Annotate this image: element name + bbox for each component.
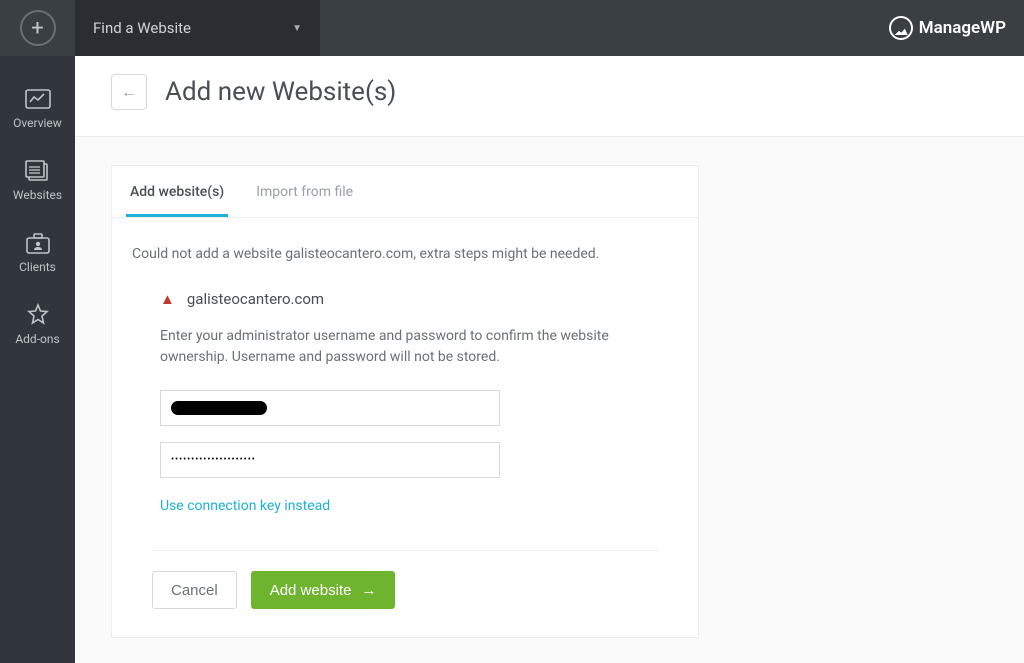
sidebar-item-addons[interactable]: Add-ons (0, 290, 75, 362)
find-website-label: Find a Website (93, 19, 191, 37)
submit-label: Add website (270, 582, 352, 599)
password-field[interactable] (160, 442, 500, 478)
sidebar-item-label: Overview (13, 116, 62, 130)
page-header: ← Add new Website(s) (75, 56, 1024, 137)
back-button[interactable]: ← (111, 74, 147, 110)
logo: ManageWP (889, 0, 1024, 56)
add-website-card: Add website(s) Import from file Could no… (111, 165, 699, 638)
error-message: Could not add a website galisteocantero.… (132, 246, 678, 262)
username-field[interactable] (160, 390, 500, 426)
add-button-container: + (0, 0, 75, 56)
topbar: + Find a Website ▼ ManageWP (0, 0, 1024, 56)
connection-key-link[interactable]: Use connection key instead (160, 498, 330, 514)
add-website-button[interactable]: Add website → (251, 571, 396, 609)
find-website-dropdown[interactable]: Find a Website ▼ (75, 0, 320, 56)
logo-text: ManageWP (919, 18, 1006, 38)
password-input[interactable] (171, 455, 489, 465)
overview-icon (25, 88, 51, 110)
redacted-username (171, 401, 267, 415)
page-title: Add new Website(s) (165, 77, 396, 107)
cancel-button[interactable]: Cancel (152, 571, 237, 609)
sidebar-item-label: Clients (19, 260, 56, 274)
add-button[interactable]: + (20, 10, 56, 46)
arrow-right-icon: → (361, 582, 376, 599)
warning-icon: ▲ (160, 290, 175, 308)
managewp-icon (889, 16, 913, 40)
content-area: Add website(s) Import from file Could no… (75, 137, 1024, 663)
sidebar-item-clients[interactable]: Clients (0, 218, 75, 290)
site-name: galisteocantero.com (187, 290, 324, 308)
main-content: ← Add new Website(s) Add website(s) Impo… (75, 56, 1024, 663)
instructions: Enter your administrator username and pa… (160, 326, 650, 368)
arrow-left-icon: ← (121, 82, 137, 102)
site-block: ▲ galisteocantero.com Enter your adminis… (132, 290, 678, 524)
sidebar-item-label: Add-ons (15, 332, 59, 346)
sidebar-item-websites[interactable]: Websites (0, 146, 75, 218)
tab-import-from-file[interactable]: Import from file (252, 166, 357, 217)
cancel-label: Cancel (171, 582, 218, 599)
plus-icon: + (31, 16, 43, 41)
addons-icon (25, 304, 51, 326)
tab-add-websites[interactable]: Add website(s) (126, 166, 228, 217)
chevron-down-icon: ▼ (292, 23, 302, 34)
websites-icon (25, 160, 51, 182)
sidebar-item-overview[interactable]: Overview (0, 74, 75, 146)
clients-icon (25, 232, 51, 254)
site-header: ▲ galisteocantero.com (160, 290, 650, 308)
card-footer: Cancel Add website → (152, 550, 658, 637)
sidebar: Overview Websites Clients Add-ons (0, 56, 75, 663)
tabs: Add website(s) Import from file (112, 166, 698, 218)
sidebar-item-label: Websites (13, 188, 62, 202)
card-body: Could not add a website galisteocantero.… (112, 218, 698, 637)
